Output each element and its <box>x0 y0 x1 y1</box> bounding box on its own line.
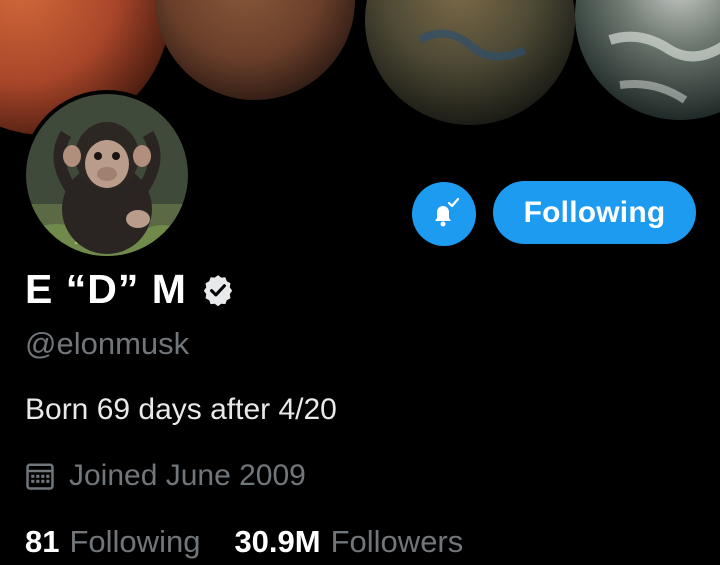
profile-stats: 81 Following 30.9M Followers <box>25 524 497 560</box>
following-count: 81 <box>25 524 60 559</box>
profile-handle: @elonmusk <box>25 326 190 361</box>
profile-bio: Born 69 days after 4/20 <box>25 393 337 426</box>
following-count-link[interactable]: 81 Following <box>25 524 200 560</box>
notifications-button[interactable] <box>412 182 476 246</box>
followers-label: Followers <box>330 524 464 559</box>
display-name: E “D” M <box>25 266 187 312</box>
verified-badge-icon <box>203 274 233 306</box>
following-button[interactable]: Following <box>493 181 696 244</box>
joined-date: Joined June 2009 <box>25 459 306 493</box>
bell-check-icon <box>435 197 460 227</box>
joined-date-text: Joined June 2009 <box>69 459 306 492</box>
following-label: Following <box>69 524 201 559</box>
profile-avatar[interactable] <box>22 90 192 260</box>
followers-count: 30.9M <box>234 524 321 559</box>
avatar-chimpanzee-image <box>26 94 188 256</box>
following-button-label: Following <box>523 195 666 229</box>
calendar-icon <box>26 463 54 490</box>
followers-count-link[interactable]: 30.9M Followers <box>234 524 463 560</box>
profile-name-row: E “D” M <box>25 266 235 313</box>
